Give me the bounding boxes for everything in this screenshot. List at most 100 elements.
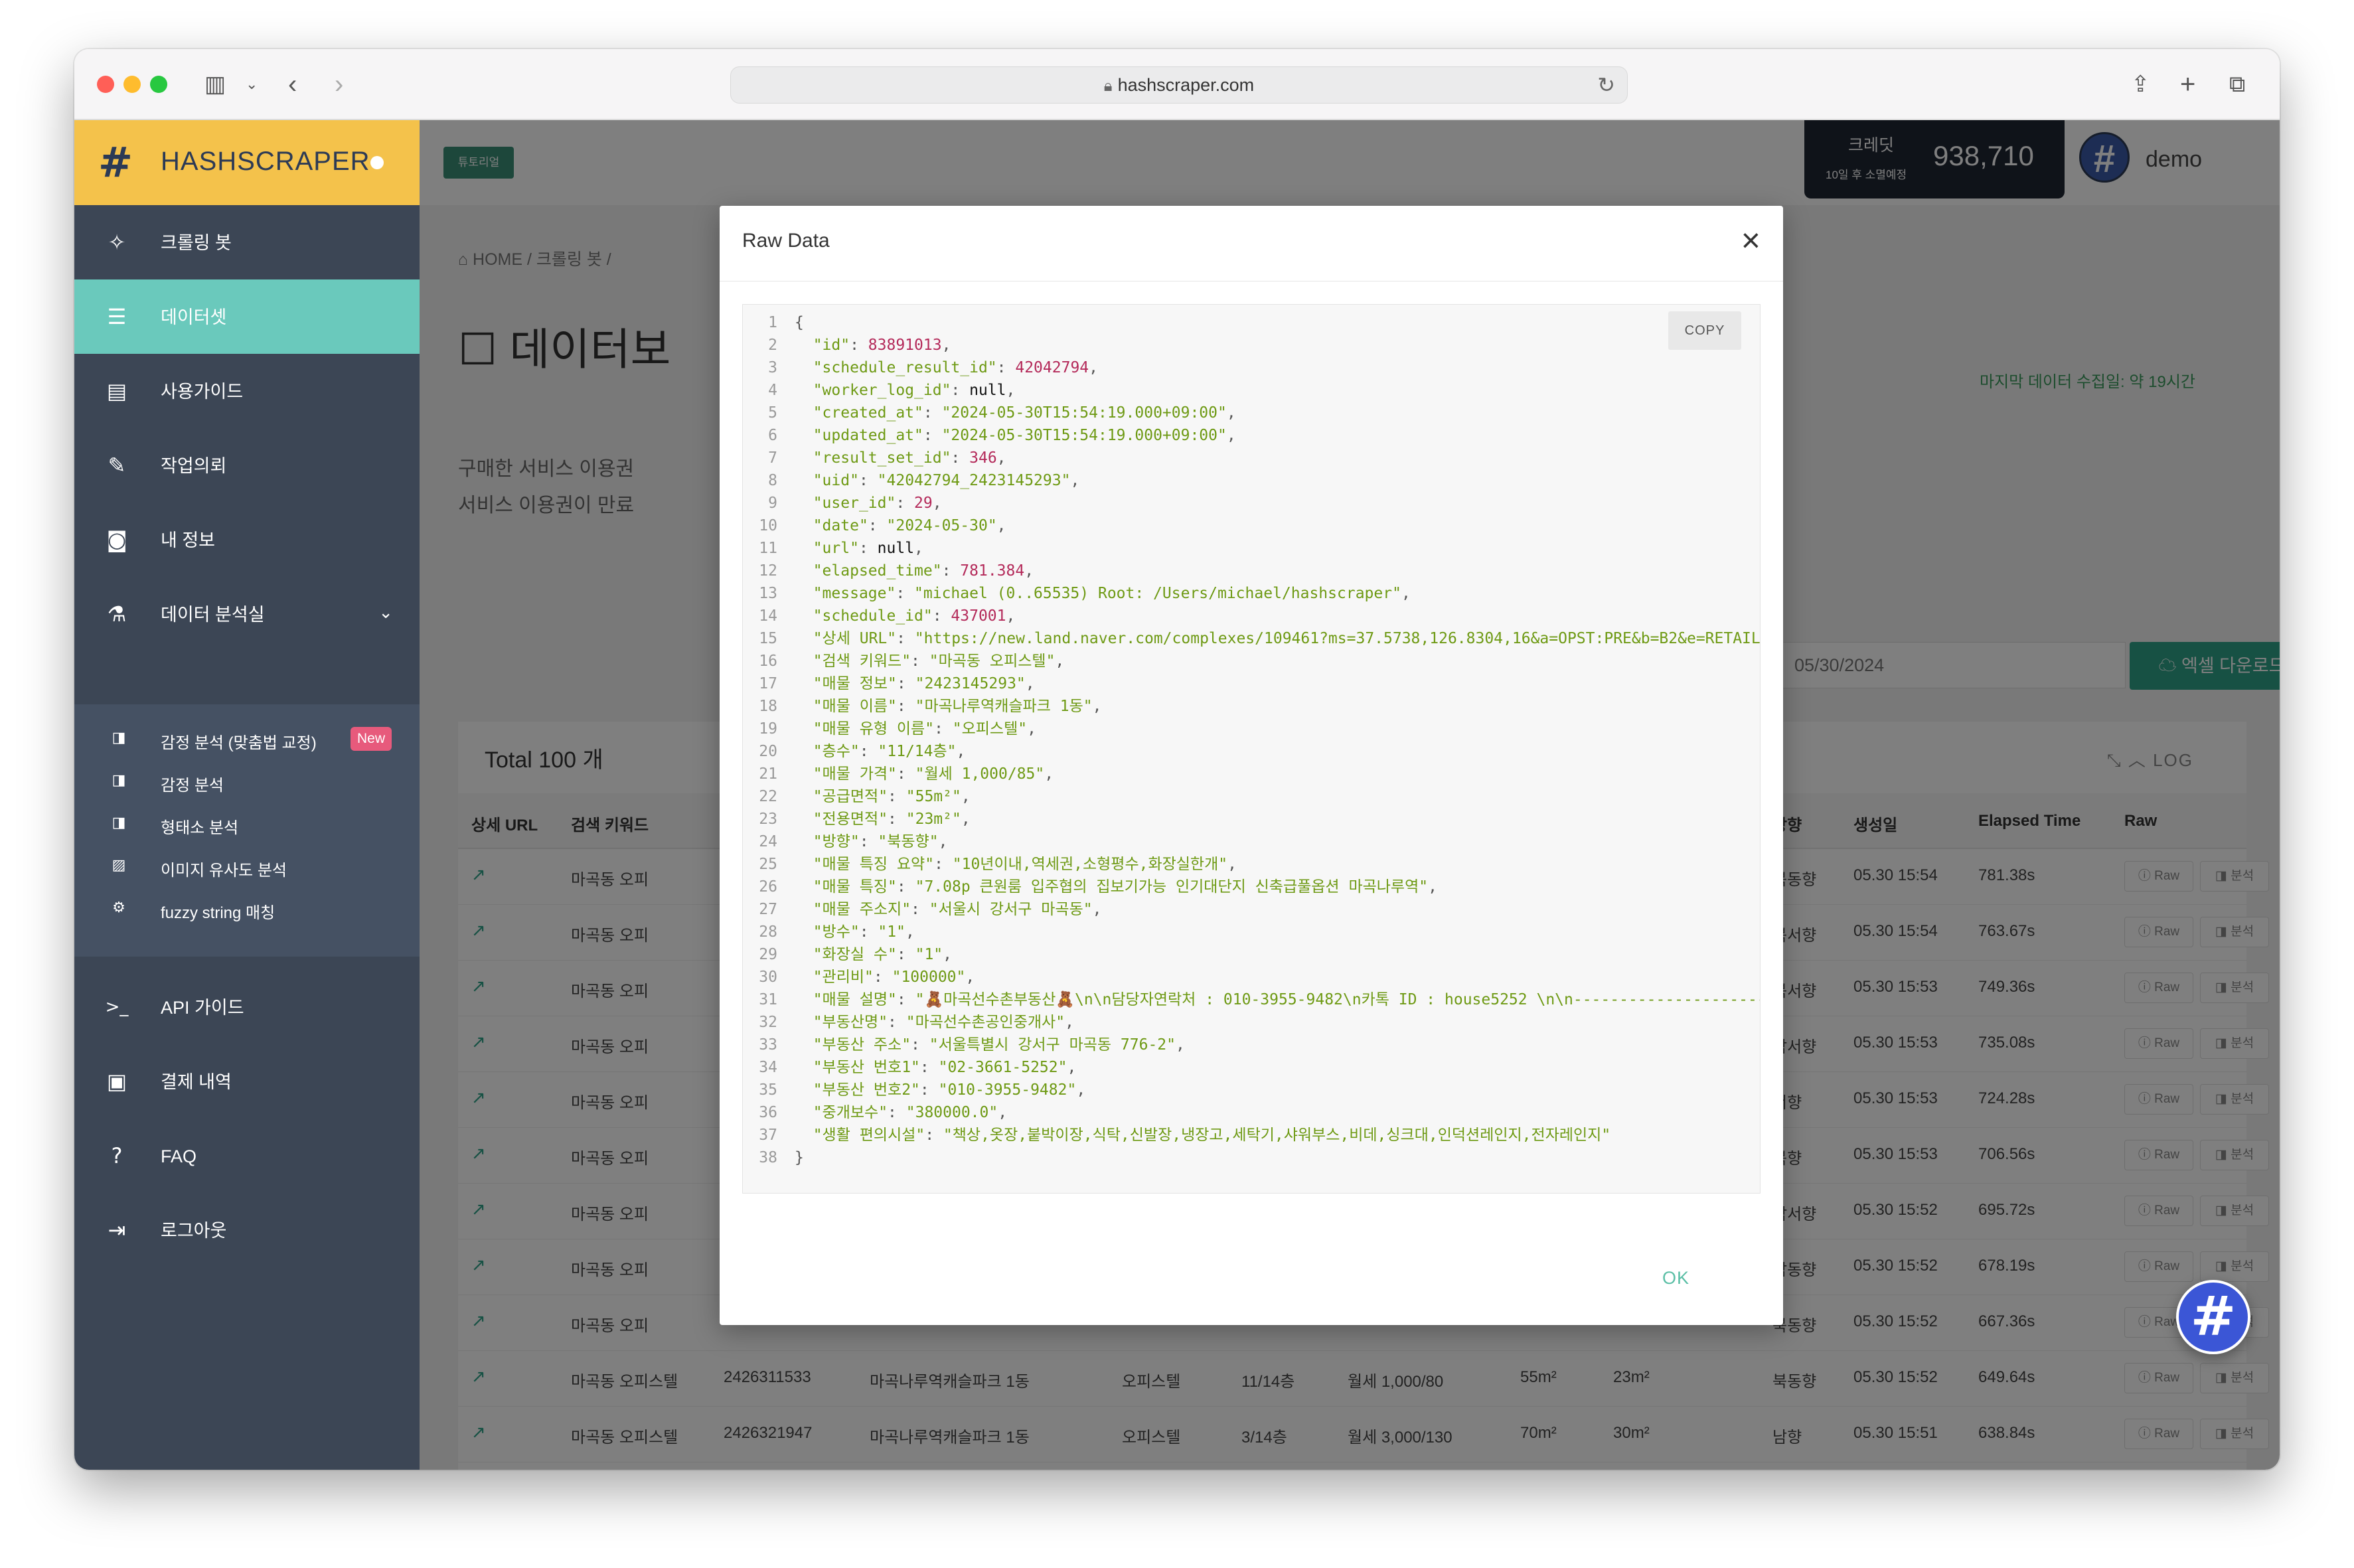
sidebar-collapse-dot[interactable] bbox=[370, 156, 384, 169]
sidebar-item[interactable]: ☰ 데이터셋 bbox=[74, 279, 420, 354]
close-window-button[interactable] bbox=[97, 76, 114, 93]
json-colon: : bbox=[941, 562, 961, 580]
json-key: "date" bbox=[813, 517, 868, 534]
logo-text: HASHSCRAPER bbox=[161, 147, 370, 176]
sidebar-item-label: FAQ bbox=[161, 1146, 197, 1166]
code-line: 33 "부동산 주소": "서울특별시 강서구 마곡동 776-2", bbox=[743, 1034, 1760, 1056]
json-value: "책상,옷장,붙박이장,식탁,신발장,냉장고,세탁기,샤워부스,비데,싱크대,인… bbox=[943, 1127, 1611, 1144]
json-value: 781.384 bbox=[960, 562, 1025, 580]
line-number: 11 bbox=[759, 540, 777, 557]
sidebar-item[interactable]: ⇥ 로그아웃 bbox=[74, 1193, 420, 1267]
logo[interactable]: # HASHSCRAPER bbox=[74, 120, 420, 205]
submenu-item-label: 감정 분석 bbox=[161, 777, 224, 795]
json-colon: : bbox=[932, 607, 951, 625]
line-number: 19 bbox=[759, 720, 777, 738]
terminal-icon: >_ bbox=[105, 997, 129, 1017]
json-key: "id" bbox=[813, 337, 850, 354]
back-icon[interactable]: ‹ bbox=[288, 69, 297, 100]
json-value: "100000" bbox=[892, 969, 966, 986]
tabs-overview-icon[interactable]: ⧉ bbox=[2229, 69, 2245, 100]
submenu-item[interactable]: ◨ 감정 분석 bbox=[74, 760, 420, 803]
sidebar-item[interactable]: ? FAQ bbox=[74, 1119, 420, 1193]
json-comma: , bbox=[943, 946, 952, 963]
code-line: 35 "부동산 번호2": "010-3955-9482", bbox=[743, 1079, 1760, 1101]
code-line: 5 "created_at": "2024-05-30T15:54:19.000… bbox=[743, 402, 1760, 424]
json-colon: : bbox=[896, 765, 915, 783]
json-key: "관리비" bbox=[813, 969, 874, 986]
submenu-item-label: 감정 분석 (맞춤법 교정) bbox=[161, 734, 317, 752]
reload-icon[interactable]: ↻ bbox=[1597, 67, 1615, 103]
sidebar-item[interactable]: ▤ 사용가이드 bbox=[74, 354, 420, 428]
sidebar-item[interactable]: ▣ 결제 내역 bbox=[74, 1044, 420, 1119]
json-colon: : bbox=[858, 540, 878, 557]
json-colon: : bbox=[951, 382, 970, 399]
close-icon[interactable]: × bbox=[1741, 220, 1761, 260]
code-line: 16 "검색 키워드": "마곡동 오피스텔", bbox=[743, 650, 1760, 672]
analysis-icon: ◨ bbox=[112, 772, 126, 789]
address-bar[interactable]: 🔒︎ hashscraper.com ↻ bbox=[730, 66, 1628, 104]
submenu-item-label: 형태소 분석 bbox=[161, 819, 239, 837]
line-number: 16 bbox=[759, 653, 777, 670]
submenu-item[interactable]: ◨ 형태소 분석 bbox=[74, 803, 420, 845]
json-value: "https://new.land.naver.com/complexes/10… bbox=[914, 630, 1761, 647]
new-tab-icon[interactable]: + bbox=[2180, 69, 2195, 100]
sidebar-item[interactable]: ⚗ 데이터 분석실 ⌄ bbox=[74, 577, 420, 651]
json-key: "user_id" bbox=[813, 495, 896, 512]
sidebar-item-label: 결제 내역 bbox=[161, 1072, 232, 1092]
line-number: 3 bbox=[768, 359, 777, 376]
json-colon: : bbox=[923, 427, 942, 444]
floating-hash-button[interactable]: # bbox=[2176, 1280, 2250, 1354]
json-comma: , bbox=[1401, 585, 1411, 602]
json-value: 437001 bbox=[951, 607, 1006, 625]
json-comma: , bbox=[1092, 901, 1102, 918]
json-colon: : bbox=[896, 630, 915, 647]
analysis-icon: ◨ bbox=[112, 730, 126, 746]
json-key: "중개보수" bbox=[813, 1104, 888, 1121]
line-number: 38 bbox=[759, 1149, 777, 1166]
forward-icon[interactable]: › bbox=[335, 69, 343, 100]
json-value: 42042794 bbox=[1015, 359, 1089, 376]
sidebar-item-label: 데이터셋 bbox=[161, 307, 227, 327]
code-line: 3 "schedule_result_id": 42042794, bbox=[743, 356, 1760, 379]
sidebar-toggle-icon[interactable]: ▥ bbox=[204, 69, 226, 100]
json-colon: : bbox=[896, 698, 915, 715]
submenu-item-label: fuzzy string 매칭 bbox=[161, 904, 275, 922]
json-comma: , bbox=[1227, 856, 1237, 873]
code-line: 27 "매물 주소지": "서울시 강서구 마곡동", bbox=[743, 898, 1760, 921]
json-value: 83891013 bbox=[868, 337, 942, 354]
sidebar-item[interactable]: >_ API 가이드 bbox=[74, 970, 420, 1044]
json-value: "마곡동 오피스텔" bbox=[929, 653, 1056, 670]
modal-title: Raw Data bbox=[742, 230, 830, 252]
json-value: "마곡나루역캐슬파크 1동" bbox=[915, 698, 1093, 715]
json-key: "검색 키워드" bbox=[813, 653, 911, 670]
browser-toolbar: ▥ ⌄ ‹ › 🔒︎ hashscraper.com ↻ ⇪ + ⧉ bbox=[74, 49, 2280, 120]
submenu-item[interactable]: ▨ 이미지 유사도 분석 bbox=[74, 845, 420, 888]
zoom-window-button[interactable] bbox=[150, 76, 167, 93]
submenu-item[interactable]: ◨ 감정 분석 (맞춤법 교정) New bbox=[74, 718, 420, 760]
line-number: 30 bbox=[759, 969, 777, 986]
minimize-window-button[interactable] bbox=[123, 76, 141, 93]
ok-button[interactable]: OK bbox=[1662, 1268, 1689, 1289]
chevron-down-icon[interactable]: ⌄ bbox=[246, 69, 258, 100]
line-number: 13 bbox=[759, 585, 777, 602]
json-key: "updated_at" bbox=[813, 427, 923, 444]
json-comma: , bbox=[905, 923, 915, 941]
json-comma: , bbox=[1027, 720, 1036, 738]
json-value: "월세 1,000/85" bbox=[915, 765, 1045, 783]
json-value: "북동향" bbox=[878, 833, 939, 850]
code-line: 20 "층수": "11/14층", bbox=[743, 740, 1760, 763]
json-colon: : bbox=[873, 969, 892, 986]
sidebar-item[interactable]: ✧ 크롤링 봇 bbox=[74, 205, 420, 279]
json-colon: : bbox=[896, 878, 915, 896]
json-value: "2423145293" bbox=[915, 675, 1026, 692]
share-icon[interactable]: ⇪ bbox=[2131, 69, 2150, 100]
code-line: 21 "매물 가격": "월세 1,000/85", bbox=[743, 763, 1760, 785]
json-comma: , bbox=[1006, 607, 1016, 625]
json-colon: : bbox=[896, 946, 915, 963]
json-key: "message" bbox=[813, 585, 896, 602]
submenu-item[interactable]: ⚙ fuzzy string 매칭 bbox=[74, 888, 420, 930]
code-line: 30 "관리비": "100000", bbox=[743, 966, 1760, 988]
sidebar-item[interactable]: ✎ 작업의뢰 bbox=[74, 428, 420, 503]
sidebar-item[interactable]: ◙ 내 정보 bbox=[74, 503, 420, 577]
wand-icon: ✧ bbox=[108, 230, 126, 255]
